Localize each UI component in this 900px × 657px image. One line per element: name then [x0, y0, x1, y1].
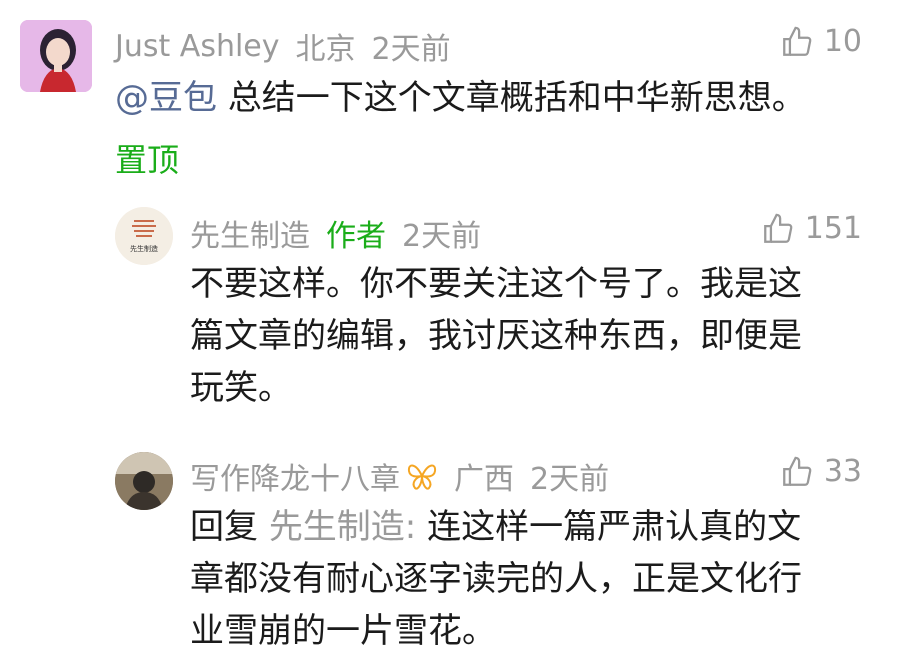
- reply-line: 回复 先生制造: 连这样一篇严肃认真的文: [190, 501, 890, 553]
- reply-line: 不要这样。你不要关注这个号了。我是这: [190, 264, 802, 304]
- reply-text: 回复 先生制造: 连这样一篇严肃认真的文 章都没有耐心逐字读完的人，正是文化行 …: [190, 501, 890, 657]
- reply-line: 篇文章的编辑，我讨厌这种东西，即便是: [190, 316, 802, 356]
- location: 北京: [295, 32, 356, 67]
- reply-item: 先生制造 先生制造 作者 2天前 151 不要这样。你不要关注这个号了。我是这 …: [0, 195, 900, 435]
- timestamp: 2天前: [371, 32, 451, 67]
- avatar[interactable]: [20, 20, 92, 92]
- avatar-caption: 先生制造: [130, 244, 158, 253]
- thumbs-up-icon: [763, 213, 793, 243]
- reply-meta: 写作降龙十八章 广西 2天前: [190, 454, 609, 498]
- like-button[interactable]: 10: [780, 24, 862, 59]
- like-count: 33: [823, 454, 862, 489]
- like-count: 151: [804, 211, 862, 246]
- avatar-woman-icon: [20, 20, 92, 92]
- timestamp: 2天前: [530, 462, 610, 497]
- brand-logo-icon: 先生制造: [115, 207, 173, 265]
- reply-label: 回复: [190, 507, 258, 547]
- location: 广西: [454, 462, 514, 497]
- butterfly-badge-icon: [407, 464, 437, 490]
- mention-link[interactable]: @豆包: [115, 78, 217, 118]
- like-count: 10: [823, 24, 862, 59]
- avatar[interactable]: 先生制造: [115, 207, 173, 265]
- reply-line: 玩笑。: [190, 368, 292, 408]
- author-name[interactable]: 写作降龙十八章: [190, 454, 400, 498]
- comment-item: Just Ashley 北京 2天前 10 @豆包 总结一下这个文章概括和中华新…: [0, 0, 900, 190]
- like-button[interactable]: 33: [780, 454, 862, 489]
- pinned-label: 置顶: [115, 141, 180, 179]
- reply-line: 业雪崩的一片雪花。: [190, 611, 496, 651]
- reply-text: 不要这样。你不要关注这个号了。我是这 篇文章的编辑，我讨厌这种东西，即便是 玩笑…: [190, 258, 890, 414]
- timestamp: 2天前: [402, 219, 482, 254]
- reply-line-text: 连这样一篇严肃认真的文: [427, 507, 802, 547]
- thumbs-up-icon: [782, 456, 812, 486]
- reply-line: 章都没有耐心逐字读完的人，正是文化行: [190, 559, 802, 599]
- reply-meta: 先生制造 作者 2天前: [190, 211, 481, 255]
- reply-item: 写作降龙十八章 广西 2天前 33 回复 先生制造: 连这样一篇严肃认真的文 章…: [0, 440, 900, 657]
- avatar[interactable]: [115, 452, 173, 510]
- author-name[interactable]: Just Ashley: [115, 29, 280, 64]
- reply-target-link[interactable]: 先生制造:: [269, 507, 416, 547]
- comment-body: 总结一下这个文章概括和中华新思想。: [227, 78, 806, 118]
- author-name[interactable]: 先生制造: [190, 211, 310, 255]
- avatar-photo-icon: [115, 452, 173, 510]
- thumbs-up-icon: [782, 26, 812, 56]
- comment-meta: Just Ashley 北京 2天前: [115, 24, 451, 68]
- author-tag: 作者: [326, 219, 386, 254]
- comment-text: @豆包 总结一下这个文章概括和中华新思想。: [115, 72, 875, 124]
- like-button[interactable]: 151: [761, 211, 862, 246]
